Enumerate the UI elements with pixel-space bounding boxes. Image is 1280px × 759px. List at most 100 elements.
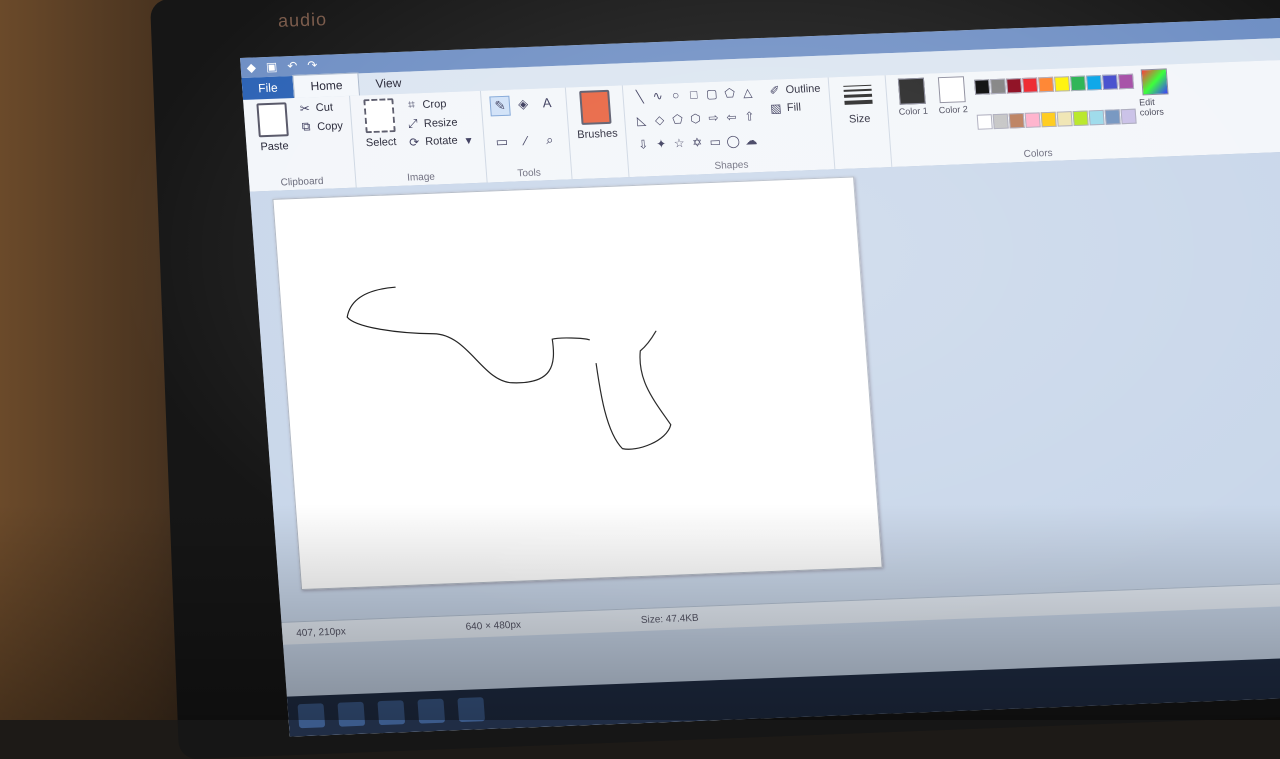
line-shape-icon[interactable]: ╲ — [631, 88, 648, 105]
color1-swatch — [897, 77, 926, 105]
palette-swatch[interactable] — [1104, 108, 1121, 125]
chevron-down-icon: ▾ — [465, 133, 473, 148]
redo-icon[interactable]: ↷ — [307, 58, 318, 72]
four-point-star-shape-icon[interactable]: ✦ — [653, 136, 670, 153]
rotate-button[interactable]: ⟳ Rotate ▾ — [407, 133, 476, 150]
text-tool-icon[interactable]: A — [537, 94, 556, 113]
palette-swatch[interactable] — [1006, 78, 1023, 94]
eraser-icon[interactable]: ▭ — [492, 133, 511, 152]
rectangle-shape-icon[interactable]: □ — [685, 86, 702, 103]
resize-icon: ⤢ — [407, 116, 419, 131]
cloud-callout-shape-icon[interactable]: ☁ — [743, 132, 760, 149]
tools-group: ✎ ◈ A ▭ ⁄ ⌕ Tools — [481, 87, 573, 183]
colors-group: Color 1 Color 2 Edit colors Colors — [886, 64, 1186, 167]
palette-swatch[interactable] — [1054, 76, 1071, 92]
hexagon-shape-icon[interactable]: ⬡ — [687, 110, 704, 127]
select-button[interactable]: Select — [358, 98, 403, 169]
rotate-icon: ⟳ — [408, 135, 420, 150]
palette-swatch[interactable] — [1056, 110, 1073, 127]
tools-group-label: Tools — [517, 167, 542, 180]
color1-button[interactable]: Color 1 — [894, 77, 933, 149]
copy-button[interactable]: ⧉ Copy — [299, 118, 344, 135]
select-label: Select — [365, 136, 397, 150]
pencil-icon[interactable]: ✎ — [489, 95, 511, 117]
palette-swatch[interactable] — [976, 113, 993, 130]
oval-callout-shape-icon[interactable]: ◯ — [725, 133, 742, 150]
right-arrow-shape-icon[interactable]: ⇨ — [705, 110, 722, 127]
color2-button[interactable]: Color 2 — [934, 76, 973, 147]
store-icon[interactable] — [377, 700, 406, 726]
color2-swatch — [937, 76, 966, 104]
copy-icon: ⧉ — [301, 119, 311, 134]
fill-bucket-icon[interactable]: ◈ — [513, 95, 532, 114]
tab-view[interactable]: View — [359, 71, 418, 95]
right-triangle-shape-icon[interactable]: ◺ — [633, 112, 650, 129]
palette-swatch[interactable] — [1040, 111, 1057, 127]
tab-home[interactable]: Home — [292, 72, 361, 98]
fill-button[interactable]: ▧ Fill — [768, 100, 822, 116]
sketch-stroke — [346, 286, 672, 450]
paste-button[interactable]: Paste — [251, 102, 296, 173]
five-point-star-shape-icon[interactable]: ☆ — [671, 135, 688, 152]
ie-icon[interactable] — [297, 703, 326, 729]
size-button[interactable]: Size — [837, 80, 882, 151]
diamond-shape-icon[interactable]: ◇ — [651, 112, 668, 129]
left-arrow-shape-icon[interactable]: ⇦ — [723, 109, 740, 126]
up-arrow-shape-icon[interactable]: ⇧ — [741, 108, 758, 125]
file-size: Size: 47.4KB — [640, 612, 700, 626]
save-icon[interactable]: ▣ — [265, 60, 277, 74]
undo-icon[interactable]: ↶ — [287, 59, 298, 73]
magnifier-icon[interactable]: ⌕ — [540, 131, 559, 150]
rotate-label: Rotate — [424, 134, 459, 148]
palette-swatch[interactable] — [992, 113, 1009, 129]
cut-label: Cut — [315, 101, 334, 115]
paint-taskbar-icon[interactable] — [457, 697, 486, 723]
palette-swatch[interactable] — [1117, 73, 1135, 90]
palette-swatch[interactable] — [990, 78, 1007, 95]
cursor-position: 407, 210px — [295, 625, 347, 639]
color-palette — [974, 73, 1137, 146]
color1-label: Color 1 — [898, 105, 929, 117]
crop-icon: ⌗ — [407, 97, 416, 112]
pentagon-shape-icon[interactable]: ⬠ — [669, 111, 686, 128]
resize-button[interactable]: ⤢ Resize — [405, 114, 474, 132]
six-point-star-shape-icon[interactable]: ✡ — [689, 134, 706, 151]
palette-swatch[interactable] — [1086, 74, 1103, 91]
rounded-rectangle-shape-icon[interactable]: ▢ — [703, 86, 720, 103]
palette-swatch[interactable] — [1038, 76, 1055, 93]
palette-swatch[interactable] — [1008, 112, 1025, 129]
triangle-shape-icon[interactable]: △ — [739, 84, 756, 101]
copy-label: Copy — [316, 119, 344, 133]
down-arrow-shape-icon[interactable]: ⇩ — [635, 136, 652, 153]
brushes-group: Brushes — [565, 85, 630, 180]
drawing-canvas[interactable] — [272, 176, 883, 591]
brushes-button[interactable]: Brushes — [574, 89, 619, 161]
color-picker-icon[interactable]: ⁄ — [516, 132, 535, 151]
cut-button[interactable]: ✂ Cut — [297, 100, 342, 116]
fill-label: Fill — [786, 101, 802, 115]
palette-swatch[interactable] — [1088, 109, 1105, 125]
polygon-shape-icon[interactable]: ⬠ — [721, 85, 738, 102]
palette-swatch[interactable] — [1024, 111, 1041, 128]
palette-swatch[interactable] — [1101, 74, 1119, 90]
edit-colors-button[interactable]: Edit colors — [1137, 68, 1176, 139]
palette-swatch[interactable] — [1022, 77, 1039, 93]
palette-swatch[interactable] — [974, 79, 991, 95]
palette-swatch[interactable] — [1072, 110, 1089, 126]
crop-button[interactable]: ⌗ Crop — [404, 95, 473, 113]
resize-label: Resize — [423, 116, 458, 130]
rect-callout-shape-icon[interactable]: ▭ — [707, 134, 724, 151]
oval-shape-icon[interactable]: ○ — [667, 87, 684, 104]
scissors-icon: ✂ — [299, 101, 311, 116]
clipboard-icon — [256, 102, 289, 138]
size-label: Size — [848, 112, 871, 126]
file-explorer-icon[interactable] — [337, 701, 366, 727]
palette-swatch[interactable] — [1120, 108, 1137, 124]
paint-app-icon[interactable]: ◆ — [246, 60, 256, 74]
tab-file[interactable]: File — [241, 75, 295, 100]
size-group: Size — [828, 75, 893, 170]
outline-button[interactable]: ✐ Outline — [767, 82, 821, 98]
curve-shape-icon[interactable]: ∿ — [649, 88, 666, 105]
palette-swatch[interactable] — [1070, 75, 1087, 92]
outline-icon: ✐ — [769, 83, 781, 98]
